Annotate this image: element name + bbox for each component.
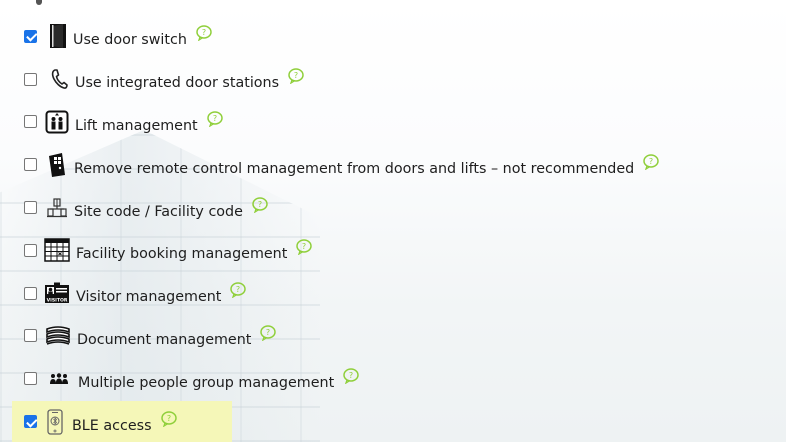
option-label-people-group: Multiple people group management	[78, 374, 335, 391]
door-switch-icon	[49, 23, 67, 49]
svg-text:?: ?	[213, 114, 217, 123]
option-row-people-group: Multiple people group management ?	[0, 357, 786, 400]
top-dot	[36, 0, 42, 5]
option-row-door-stations: Use integrated door stations ?	[0, 58, 786, 101]
remote-door-icon	[46, 152, 68, 178]
svg-text:?: ?	[649, 157, 653, 166]
option-row-ble-access: BLE access ?	[0, 400, 786, 443]
svg-text:?: ?	[266, 328, 270, 337]
option-row-door-switch: Use door switch ?	[0, 15, 786, 58]
visitor-badge-text: VISITOR	[47, 298, 68, 304]
option-row-remove-remote: Remove remote control management from do…	[0, 143, 786, 186]
documents-icon	[45, 325, 71, 347]
option-label-site-code: Site code / Facility code	[74, 203, 243, 220]
option-label-ble-access: BLE access	[72, 417, 152, 434]
checkbox-door-stations[interactable]	[24, 72, 37, 86]
option-row-lift: Lift management ?	[0, 101, 786, 144]
option-row-site-code: Site code / Facility code ?	[0, 186, 786, 229]
help-icon[interactable]: ?	[160, 410, 178, 427]
help-icon[interactable]: ?	[295, 239, 313, 256]
checkbox-facility-booking[interactable]	[24, 243, 37, 257]
ble-phone-icon	[47, 408, 63, 435]
site-code-icon	[46, 197, 68, 219]
checkbox-lift[interactable]	[24, 115, 37, 129]
top-strip	[0, 0, 60, 8]
svg-text:?: ?	[302, 242, 306, 251]
help-icon[interactable]: ?	[642, 154, 660, 170]
checkbox-ble-access[interactable]	[24, 415, 37, 429]
option-row-document: Document management ?	[0, 315, 786, 358]
option-label-visitor: Visitor management	[76, 289, 222, 306]
help-icon[interactable]: ?	[195, 25, 213, 42]
option-label-remove-remote: Remove remote control management from do…	[74, 160, 635, 177]
checkbox-door-switch[interactable]	[24, 29, 37, 43]
options-list: Use door switch ? Use integrated door st…	[0, 15, 786, 443]
checkbox-remove-remote[interactable]	[24, 158, 37, 172]
lift-icon	[45, 110, 69, 134]
option-label-facility-booking: Facility booking management	[76, 246, 288, 263]
help-icon[interactable]: ?	[229, 282, 247, 299]
svg-text:?: ?	[166, 414, 170, 423]
svg-text:?: ?	[202, 28, 206, 37]
help-icon[interactable]: ?	[206, 111, 224, 127]
help-icon[interactable]: ?	[342, 368, 360, 384]
option-label-door-switch: Use door switch	[73, 32, 187, 49]
checkbox-site-code[interactable]	[24, 201, 37, 215]
svg-text:?: ?	[258, 200, 262, 209]
option-row-visitor: VISITOR Visitor management ?	[0, 272, 786, 315]
option-row-facility-booking: Facility booking management ?	[0, 229, 786, 272]
option-label-door-stations: Use integrated door stations	[75, 75, 280, 92]
option-label-lift: Lift management	[75, 117, 198, 134]
checkbox-people-group[interactable]	[24, 372, 37, 386]
checkbox-visitor[interactable]	[24, 286, 37, 300]
help-icon[interactable]: ?	[259, 325, 277, 341]
svg-text:?: ?	[294, 71, 298, 80]
checkbox-document[interactable]	[24, 329, 37, 343]
help-icon[interactable]: ?	[251, 196, 269, 213]
phone-icon	[51, 68, 69, 90]
svg-text:?: ?	[236, 285, 240, 294]
people-group-icon	[49, 373, 69, 385]
calendar-icon	[44, 238, 70, 263]
svg-text:?: ?	[349, 371, 353, 380]
help-icon[interactable]: ?	[287, 68, 305, 85]
option-label-document: Document management	[77, 331, 252, 348]
visitor-badge-icon: VISITOR	[44, 282, 70, 304]
